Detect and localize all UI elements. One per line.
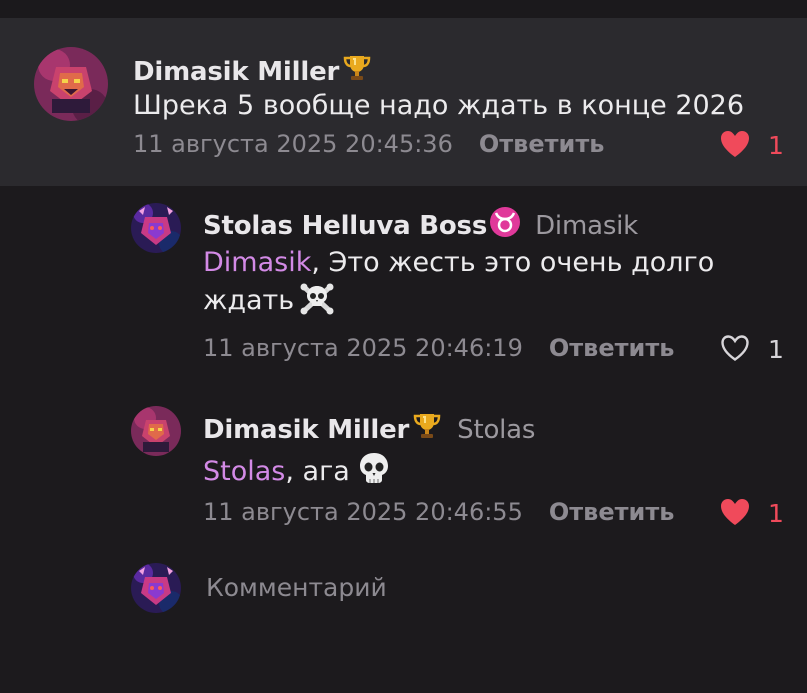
comment-timestamp: 11 августа 2025 20:46:19 — [203, 334, 523, 362]
heart-outline-icon — [720, 335, 758, 364]
comment-item: Dimasik Miller Шрека 5 вообще надо ждать… — [0, 0, 807, 186]
comment-input[interactable]: Комментарий — [206, 573, 387, 602]
skull-icon — [356, 450, 392, 496]
like-button[interactable]: 1 — [720, 130, 784, 160]
reply-to-user[interactable]: Dimasik — [535, 211, 638, 241]
comment-header: Dimasik Miller Stolas — [203, 410, 535, 449]
reply-item: Stolas Helluva Boss Dimasik Dimasik, Это… — [0, 186, 807, 386]
comment-text: Dimasik, Это жесть это очень долго ждать — [203, 245, 714, 325]
avatar[interactable] — [131, 203, 181, 253]
comment-timestamp: 11 августа 2025 20:46:55 — [203, 498, 523, 526]
heart-filled-icon — [720, 499, 758, 528]
comment-text-line: , Это жесть это очень долго — [311, 247, 715, 278]
reply-button[interactable]: Ответить — [549, 334, 675, 362]
trophy-icon — [411, 410, 443, 449]
author-name[interactable]: Stolas Helluva Boss — [203, 211, 487, 241]
comment-text: Stolas, ага — [203, 450, 392, 496]
heart-filled-icon — [720, 131, 758, 160]
comment-text-line: , ага — [285, 456, 350, 487]
comment-meta: 11 августа 2025 20:46:55 Ответить — [203, 498, 674, 526]
comment-meta: 11 августа 2025 20:46:19 Ответить — [203, 334, 674, 362]
comment-text-line: ждать — [203, 285, 295, 316]
reply-item: Dimasik Miller Stolas Stolas, ага 11 авг… — [0, 386, 807, 546]
like-button[interactable]: 1 — [720, 498, 784, 528]
author-name[interactable]: Dimasik Miller — [203, 415, 409, 445]
reply-to-user[interactable]: Stolas — [457, 415, 535, 445]
skull-crossbones-icon — [300, 281, 334, 325]
like-button[interactable]: 1 — [720, 334, 784, 364]
comment-timestamp: 11 августа 2025 20:45:36 — [133, 130, 453, 158]
taurus-icon — [489, 206, 521, 245]
comment-header: Dimasik Miller — [133, 52, 373, 91]
comment-text: Шрека 5 вообще надо ждать в конце 2026 — [133, 90, 745, 121]
like-count: 1 — [767, 499, 784, 528]
trophy-icon — [341, 52, 373, 91]
my-avatar — [131, 563, 181, 613]
like-count: 1 — [767, 335, 784, 364]
avatar[interactable] — [34, 47, 108, 121]
mention-link[interactable]: Dimasik — [203, 247, 311, 278]
avatar[interactable] — [131, 406, 181, 456]
like-count: 1 — [767, 131, 784, 160]
comment-composer[interactable]: Комментарий — [0, 546, 807, 646]
comment-header: Stolas Helluva Boss Dimasik — [203, 206, 638, 245]
comment-meta: 11 августа 2025 20:45:36 Ответить — [133, 130, 604, 158]
reply-button[interactable]: Ответить — [549, 498, 675, 526]
author-name[interactable]: Dimasik Miller — [133, 57, 339, 87]
mention-link[interactable]: Stolas — [203, 456, 285, 487]
reply-button[interactable]: Ответить — [479, 130, 605, 158]
